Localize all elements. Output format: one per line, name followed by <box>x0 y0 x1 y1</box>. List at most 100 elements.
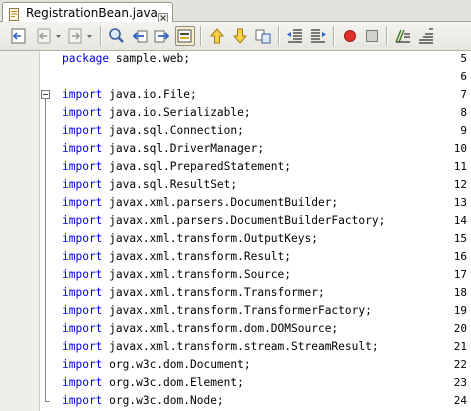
previous-bookmark-icon[interactable] <box>207 26 227 46</box>
code-keyword: import <box>62 124 103 137</box>
code-keyword: import <box>62 268 103 281</box>
code-editor[interactable]: 5 package sample.web; 6 7 import java.io.Fil… <box>0 51 471 411</box>
find-icon[interactable] <box>107 26 127 46</box>
code-text: java.sql.ResultSet; <box>102 178 238 191</box>
code-line[interactable]: import java.io.File; <box>62 86 197 104</box>
line-number: 6 <box>460 70 467 83</box>
line-number: 16 <box>453 250 467 263</box>
code-text: java.io.Serializable; <box>102 106 251 119</box>
line-number: 18 <box>453 286 467 299</box>
code-line[interactable]: import java.sql.DriverManager; <box>62 140 264 158</box>
code-text: javax.xml.transform.stream.StreamResult; <box>102 340 379 353</box>
code-text: org.w3c.dom.Element; <box>102 376 244 389</box>
code-line[interactable]: import java.sql.ResultSet; <box>62 176 237 194</box>
shift-left-icon[interactable] <box>285 26 305 46</box>
code-keyword: import <box>62 376 103 389</box>
code-line[interactable]: import javax.xml.transform.dom.DOMSource… <box>62 320 338 338</box>
line-number-gutter <box>0 51 40 411</box>
code-keyword: import <box>62 232 103 245</box>
toolbar-separator <box>333 26 335 46</box>
forward-dropdown-icon[interactable] <box>86 26 93 46</box>
tab-bar: RegistrationBean.java <box>0 0 471 23</box>
code-line[interactable]: import org.w3c.dom.Document; <box>62 356 251 374</box>
find-previous-icon[interactable] <box>130 26 150 46</box>
code-text: org.w3c.dom.Document; <box>102 358 251 371</box>
next-bookmark-icon[interactable] <box>230 26 250 46</box>
line-number: 5 <box>460 52 467 65</box>
code-text: java.sql.DriverManager; <box>102 142 265 155</box>
line-number: 14 <box>453 214 467 227</box>
code-line[interactable]: import javax.xml.transform.Result; <box>62 248 291 266</box>
code-line[interactable]: import javax.xml.transform.OutputKeys; <box>62 230 318 248</box>
line-number: 23 <box>453 376 467 389</box>
code-text: javax.xml.transform.OutputKeys; <box>102 232 318 245</box>
code-text: javax.xml.transform.Source; <box>102 268 292 281</box>
toolbar-separator <box>200 26 202 46</box>
code-text: javax.xml.transform.TransformerFactory; <box>102 304 372 317</box>
code-keyword: import <box>62 88 103 101</box>
toggle-highlight-icon[interactable] <box>175 26 195 46</box>
fold-end-marker <box>45 401 50 402</box>
line-number: 21 <box>453 340 467 353</box>
code-keyword: import <box>62 250 103 263</box>
code-keyword: import <box>62 196 103 209</box>
code-text: javax.xml.transform.Result; <box>102 250 292 263</box>
toggle-bookmark-icon[interactable] <box>253 26 273 46</box>
java-file-icon <box>8 6 21 21</box>
code-line[interactable]: import javax.xml.parsers.DocumentBuilder… <box>62 194 338 212</box>
code-text: org.w3c.dom.Node; <box>102 394 224 407</box>
collapse-imports-icon[interactable] <box>41 90 50 99</box>
code-line[interactable]: import javax.xml.transform.stream.Stream… <box>62 338 379 356</box>
line-number: 11 <box>453 160 467 173</box>
line-number: 7 <box>460 88 467 101</box>
uncomment-icon[interactable] <box>416 26 436 46</box>
toolbar-separator <box>100 26 102 46</box>
code-text: javax.xml.parsers.DocumentBuilderFactory… <box>102 214 386 227</box>
code-text: javax.xml.transform.Transformer; <box>102 286 325 299</box>
code-text: java.io.File; <box>102 88 197 101</box>
tab-registration-bean[interactable]: RegistrationBean.java <box>2 2 173 23</box>
code-keyword: import <box>62 142 103 155</box>
line-number: 24 <box>453 394 467 407</box>
code-line[interactable]: package sample.web; <box>62 50 190 68</box>
code-line[interactable]: import java.sql.PreparedStatement; <box>62 158 291 176</box>
editor-window: RegistrationBean.java 5 package sample.w… <box>0 0 471 411</box>
forward-icon[interactable] <box>65 26 85 46</box>
code-line[interactable]: import org.w3c.dom.Element; <box>62 374 244 392</box>
code-line[interactable]: import javax.xml.parsers.DocumentBuilder… <box>62 212 385 230</box>
code-line[interactable]: import org.w3c.dom.Node; <box>62 392 224 410</box>
code-line[interactable]: import javax.xml.transform.Transformer; <box>62 284 325 302</box>
code-keyword: import <box>62 214 103 227</box>
close-icon[interactable] <box>158 8 168 23</box>
shift-right-icon[interactable] <box>308 26 328 46</box>
code-line[interactable]: import java.sql.Connection; <box>62 122 244 140</box>
code-text: javax.xml.transform.dom.DOMSource; <box>102 322 339 335</box>
last-edit-icon[interactable] <box>9 26 29 46</box>
find-next-icon[interactable] <box>152 26 172 46</box>
code-text: java.sql.PreparedStatement; <box>102 160 292 173</box>
start-macro-icon[interactable] <box>340 26 360 46</box>
tab-label: RegistrationBean.java <box>26 6 158 20</box>
code-line[interactable]: import javax.xml.transform.TransformerFa… <box>62 302 372 320</box>
code-text: sample.web; <box>109 52 190 65</box>
fold-guide-line <box>45 99 46 401</box>
code-keyword: import <box>62 106 103 119</box>
line-number: 19 <box>453 304 467 317</box>
code-keyword: import <box>62 322 103 335</box>
line-number: 20 <box>453 322 467 335</box>
back-icon[interactable] <box>34 26 54 46</box>
line-number: 12 <box>453 178 467 191</box>
toolbar-separator <box>278 26 280 46</box>
code-keyword: import <box>62 304 103 317</box>
line-number: 13 <box>453 196 467 209</box>
code-keyword: import <box>62 340 103 353</box>
comment-icon[interactable] <box>393 26 413 46</box>
stop-macro-icon[interactable] <box>362 26 382 46</box>
code-text: java.sql.Connection; <box>102 124 244 137</box>
back-dropdown-icon[interactable] <box>55 26 62 46</box>
code-line[interactable]: import java.io.Serializable; <box>62 104 251 122</box>
code-keyword: import <box>62 178 103 191</box>
toolbar-separator <box>386 26 388 46</box>
line-number: 17 <box>453 268 467 281</box>
code-line[interactable]: import javax.xml.transform.Source; <box>62 266 291 284</box>
